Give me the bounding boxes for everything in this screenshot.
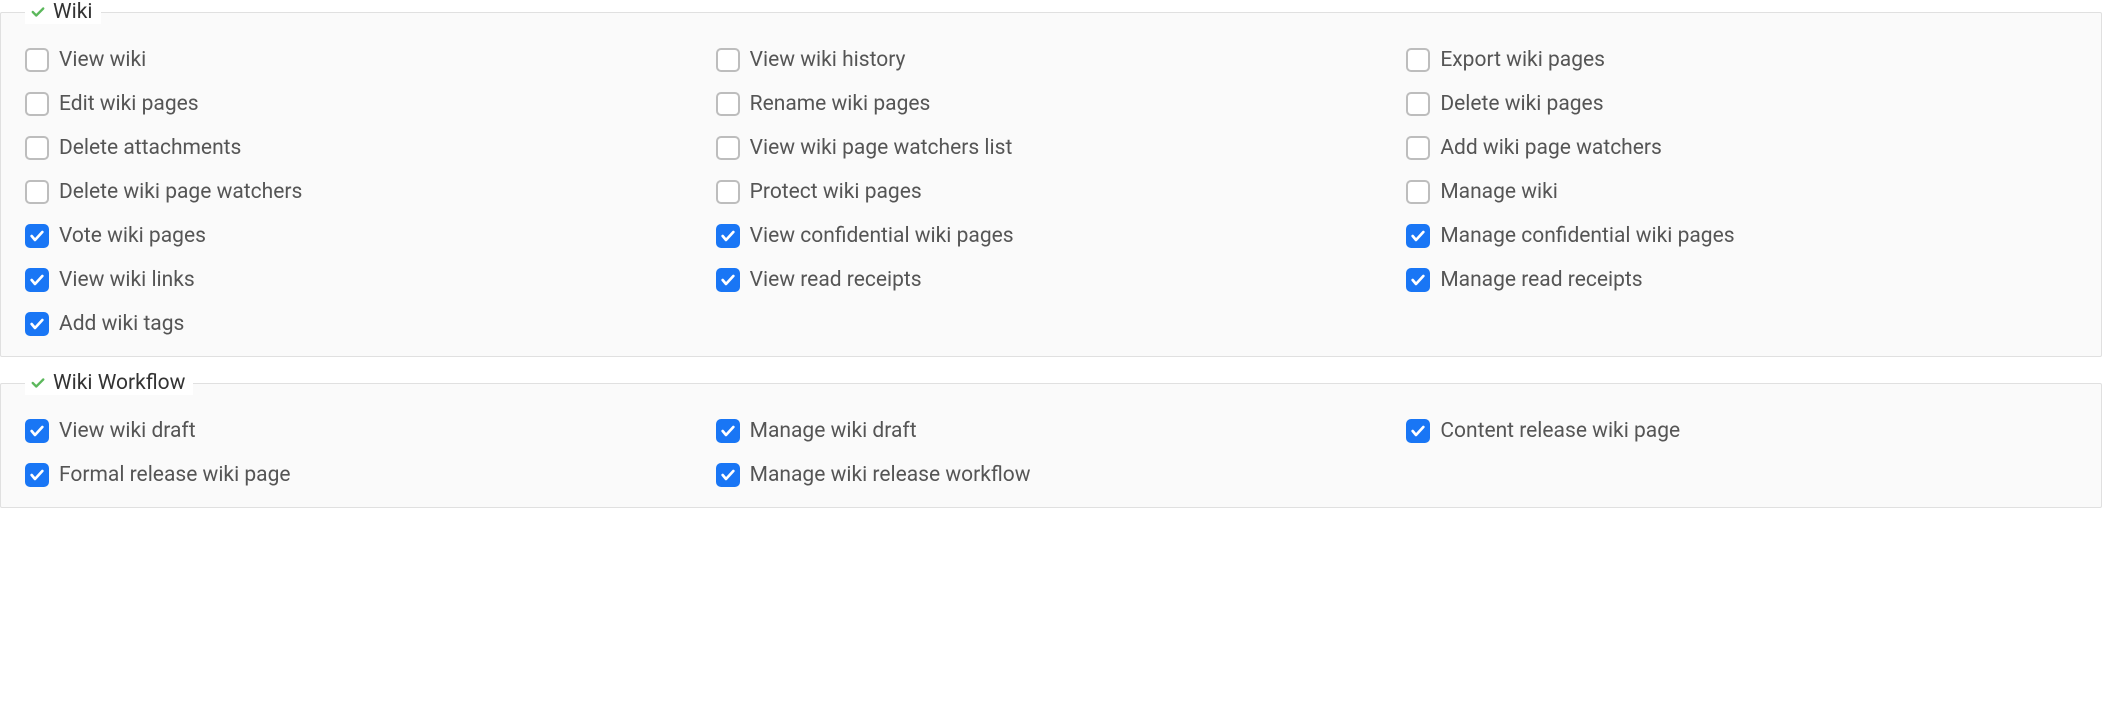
permission-grid: View wiki draft Manage wiki draft Content … bbox=[25, 419, 2077, 487]
permission-manage-wiki-draft[interactable]: Manage wiki draft bbox=[716, 419, 1387, 443]
checkbox-manage-confidential-wiki-pages[interactable] bbox=[1406, 224, 1430, 248]
permission-label: View wiki page watchers list bbox=[750, 136, 1013, 160]
checkbox-view-wiki-links[interactable] bbox=[25, 268, 49, 292]
permission-label: View wiki bbox=[59, 48, 146, 72]
checkbox-manage-wiki-release-workflow[interactable] bbox=[716, 463, 740, 487]
checkbox-vote-wiki-pages[interactable] bbox=[25, 224, 49, 248]
permission-add-wiki-page-watchers[interactable]: Add wiki page watchers bbox=[1406, 136, 2077, 160]
permission-manage-wiki[interactable]: Manage wiki bbox=[1406, 180, 2077, 204]
permission-label: Manage read receipts bbox=[1440, 268, 1642, 292]
permission-label: Manage confidential wiki pages bbox=[1440, 224, 1734, 248]
permission-view-wiki-history[interactable]: View wiki history bbox=[716, 48, 1387, 72]
checkbox-add-wiki-tags[interactable] bbox=[25, 312, 49, 336]
permission-label: Manage wiki draft bbox=[750, 419, 917, 443]
permission-view-confidential-wiki-pages[interactable]: View confidential wiki pages bbox=[716, 224, 1387, 248]
permission-vote-wiki-pages[interactable]: Vote wiki pages bbox=[25, 224, 696, 248]
permission-label: Rename wiki pages bbox=[750, 92, 931, 116]
permission-grid: View wiki View wiki history Export wiki pa… bbox=[25, 48, 2077, 336]
permission-label: View read receipts bbox=[750, 268, 922, 292]
checkbox-export-wiki-pages[interactable] bbox=[1406, 48, 1430, 72]
permission-label: Export wiki pages bbox=[1440, 48, 1605, 72]
permission-manage-read-receipts[interactable]: Manage read receipts bbox=[1406, 268, 2077, 292]
checkbox-content-release-wiki-page[interactable] bbox=[1406, 419, 1430, 443]
permission-label: Delete attachments bbox=[59, 136, 241, 160]
permission-view-wiki-draft[interactable]: View wiki draft bbox=[25, 419, 696, 443]
checkbox-manage-read-receipts[interactable] bbox=[1406, 268, 1430, 292]
permission-export-wiki-pages[interactable]: Export wiki pages bbox=[1406, 48, 2077, 72]
checkbox-protect-wiki-pages[interactable] bbox=[716, 180, 740, 204]
check-icon bbox=[29, 376, 47, 390]
permission-view-wiki-page-watchers-list[interactable]: View wiki page watchers list bbox=[716, 136, 1387, 160]
section-toggle-wiki[interactable]: Wiki bbox=[25, 0, 101, 24]
checkbox-add-wiki-page-watchers[interactable] bbox=[1406, 136, 1430, 160]
checkbox-view-wiki[interactable] bbox=[25, 48, 49, 72]
checkbox-delete-wiki-pages[interactable] bbox=[1406, 92, 1430, 116]
section-title: Wiki bbox=[53, 0, 93, 24]
section-wiki-workflow: Wiki Workflow View wiki draft Manage wiki … bbox=[0, 371, 2102, 508]
checkbox-view-wiki-draft[interactable] bbox=[25, 419, 49, 443]
permission-label: Formal release wiki page bbox=[59, 463, 291, 487]
checkbox-delete-attachments[interactable] bbox=[25, 136, 49, 160]
permission-manage-wiki-release-workflow[interactable]: Manage wiki release workflow bbox=[716, 463, 1387, 487]
checkbox-edit-wiki-pages[interactable] bbox=[25, 92, 49, 116]
permission-protect-wiki-pages[interactable]: Protect wiki pages bbox=[716, 180, 1387, 204]
checkbox-rename-wiki-pages[interactable] bbox=[716, 92, 740, 116]
permission-content-release-wiki-page[interactable]: Content release wiki page bbox=[1406, 419, 2077, 443]
permission-label: Add wiki page watchers bbox=[1440, 136, 1662, 160]
permission-rename-wiki-pages[interactable]: Rename wiki pages bbox=[716, 92, 1387, 116]
checkbox-view-read-receipts[interactable] bbox=[716, 268, 740, 292]
permission-delete-wiki-page-watchers[interactable]: Delete wiki page watchers bbox=[25, 180, 696, 204]
checkbox-delete-wiki-page-watchers[interactable] bbox=[25, 180, 49, 204]
permission-edit-wiki-pages[interactable]: Edit wiki pages bbox=[25, 92, 696, 116]
permission-delete-attachments[interactable]: Delete attachments bbox=[25, 136, 696, 160]
permission-label: Protect wiki pages bbox=[750, 180, 922, 204]
permission-label: View wiki links bbox=[59, 268, 195, 292]
permission-label: Content release wiki page bbox=[1440, 419, 1680, 443]
checkbox-view-wiki-history[interactable] bbox=[716, 48, 740, 72]
permission-view-wiki[interactable]: View wiki bbox=[25, 48, 696, 72]
permission-label: Add wiki tags bbox=[59, 312, 184, 336]
permission-view-read-receipts[interactable]: View read receipts bbox=[716, 268, 1387, 292]
permission-delete-wiki-pages[interactable]: Delete wiki pages bbox=[1406, 92, 2077, 116]
permission-add-wiki-tags[interactable]: Add wiki tags bbox=[25, 312, 696, 336]
section-title: Wiki Workflow bbox=[53, 371, 185, 395]
checkbox-manage-wiki-draft[interactable] bbox=[716, 419, 740, 443]
checkbox-manage-wiki[interactable] bbox=[1406, 180, 1430, 204]
permission-label: View wiki draft bbox=[59, 419, 196, 443]
permission-label: Manage wiki release workflow bbox=[750, 463, 1031, 487]
permission-view-wiki-links[interactable]: View wiki links bbox=[25, 268, 696, 292]
permission-label: View confidential wiki pages bbox=[750, 224, 1014, 248]
check-icon bbox=[29, 5, 47, 19]
checkbox-formal-release-wiki-page[interactable] bbox=[25, 463, 49, 487]
permission-label: Delete wiki pages bbox=[1440, 92, 1603, 116]
checkbox-view-wiki-page-watchers-list[interactable] bbox=[716, 136, 740, 160]
permission-formal-release-wiki-page[interactable]: Formal release wiki page bbox=[25, 463, 696, 487]
permission-label: Vote wiki pages bbox=[59, 224, 206, 248]
permission-label: Edit wiki pages bbox=[59, 92, 199, 116]
checkbox-view-confidential-wiki-pages[interactable] bbox=[716, 224, 740, 248]
section-toggle-wiki-workflow[interactable]: Wiki Workflow bbox=[25, 371, 193, 395]
permission-label: View wiki history bbox=[750, 48, 906, 72]
permission-label: Manage wiki bbox=[1440, 180, 1558, 204]
permission-manage-confidential-wiki-pages[interactable]: Manage confidential wiki pages bbox=[1406, 224, 2077, 248]
permission-label: Delete wiki page watchers bbox=[59, 180, 302, 204]
section-wiki: Wiki View wiki View wiki history Export wik… bbox=[0, 0, 2102, 357]
